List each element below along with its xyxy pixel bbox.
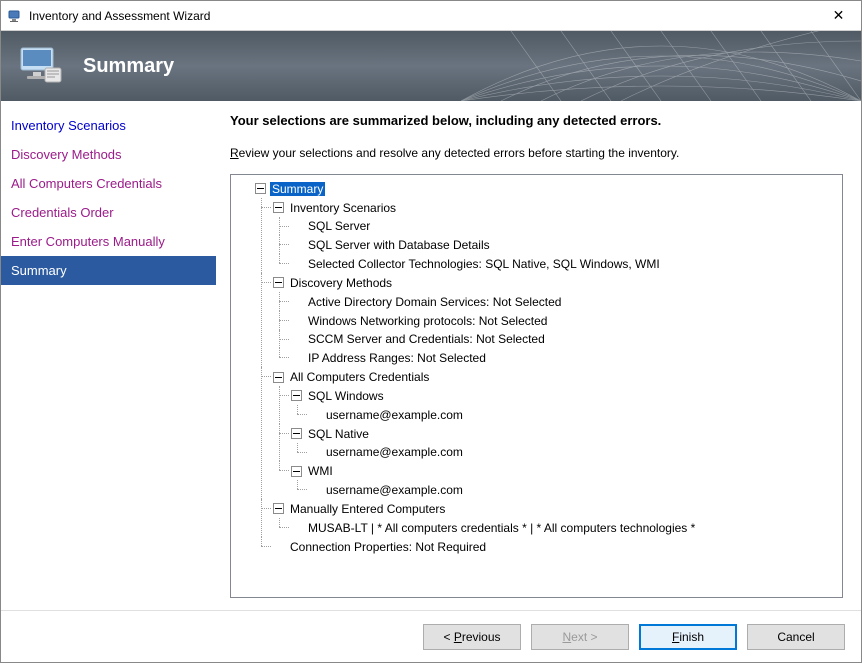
- tree-label[interactable]: Discovery Methods: [288, 276, 394, 290]
- tree-all-computers-credentials[interactable]: All Computers Credentials SQL Windows us…: [255, 367, 838, 499]
- content-subtext: Review your selections and resolve any d…: [230, 146, 843, 160]
- sidebar-item-all-computers-credentials[interactable]: All Computers Credentials: [1, 169, 216, 198]
- sidebar-item-discovery-methods[interactable]: Discovery Methods: [1, 140, 216, 169]
- collapse-icon[interactable]: [273, 503, 284, 514]
- collapse-icon[interactable]: [273, 372, 284, 383]
- tree-root-label[interactable]: Summary: [270, 182, 325, 196]
- tree-leaf[interactable]: Active Directory Domain Services: Not Se…: [273, 292, 838, 311]
- tree-cred-group[interactable]: SQL Windows username@example.com: [273, 386, 838, 424]
- tree-leaf[interactable]: Selected Collector Technologies: SQL Nat…: [273, 254, 838, 273]
- previous-button[interactable]: < Previous: [423, 624, 521, 650]
- tree-inventory-scenarios[interactable]: Inventory Scenarios SQL Server SQL Serve…: [255, 198, 838, 273]
- subtext-rest: eview your selections and resolve any de…: [239, 146, 680, 160]
- collapse-icon[interactable]: [291, 390, 302, 401]
- close-button[interactable]: ✕: [816, 1, 861, 30]
- collapse-icon[interactable]: [255, 183, 266, 194]
- app-icon: [7, 8, 23, 24]
- cancel-button[interactable]: Cancel: [747, 624, 845, 650]
- collapse-icon[interactable]: [273, 277, 284, 288]
- tree-leaf[interactable]: SCCM Server and Credentials: Not Selecte…: [273, 330, 838, 349]
- tree-leaf[interactable]: Windows Networking protocols: Not Select…: [273, 311, 838, 330]
- tree-discovery-methods[interactable]: Discovery Methods Active Directory Domai…: [255, 273, 838, 367]
- collapse-icon[interactable]: [291, 428, 302, 439]
- tree-leaf[interactable]: SQL Server: [273, 217, 838, 236]
- tree-label[interactable]: Manually Entered Computers: [288, 502, 447, 516]
- sidebar-item-enter-computers-manually[interactable]: Enter Computers Manually: [1, 227, 216, 256]
- tree-leaf[interactable]: username@example.com: [291, 405, 838, 424]
- sidebar-item-inventory-scenarios[interactable]: Inventory Scenarios: [1, 111, 216, 140]
- tree-root[interactable]: Summary Inventory Scenarios SQL Server S…: [237, 179, 838, 556]
- tree-leaf[interactable]: SQL Server with Database Details: [273, 235, 838, 254]
- wizard-content: Your selections are summarized below, in…: [216, 101, 861, 610]
- next-button: Next >: [531, 624, 629, 650]
- wizard-banner: Summary: [1, 31, 861, 101]
- content-heading: Your selections are summarized below, in…: [230, 113, 843, 128]
- banner-mesh-decoration: [461, 31, 861, 101]
- banner-title: Summary: [83, 55, 174, 78]
- wizard-button-row: < Previous Next > Finish Cancel: [1, 610, 861, 662]
- summary-tree[interactable]: Summary Inventory Scenarios SQL Server S…: [230, 174, 843, 598]
- subtext-mnemonic: R: [230, 146, 239, 160]
- collapse-icon[interactable]: [273, 202, 284, 213]
- wizard-sidebar: Inventory Scenarios Discovery Methods Al…: [1, 101, 216, 610]
- wizard-body: Inventory Scenarios Discovery Methods Al…: [1, 101, 861, 610]
- close-icon: ✕: [833, 7, 845, 24]
- tree-leaf[interactable]: IP Address Ranges: Not Selected: [273, 348, 838, 367]
- titlebar: Inventory and Assessment Wizard ✕: [1, 1, 861, 31]
- tree-cred-group[interactable]: WMI username@example.com: [273, 461, 838, 499]
- tree-leaf[interactable]: username@example.com: [291, 480, 838, 499]
- banner-monitor-icon: [17, 42, 65, 90]
- finish-button[interactable]: Finish: [639, 624, 737, 650]
- tree-leaf[interactable]: MUSAB-LT | * All computers credentials *…: [273, 518, 838, 537]
- tree-cred-group[interactable]: SQL Native username@example.com: [273, 424, 838, 462]
- tree-connection-properties[interactable]: Connection Properties: Not Required: [255, 537, 838, 556]
- sidebar-item-summary[interactable]: Summary: [1, 256, 216, 285]
- window-title: Inventory and Assessment Wizard: [29, 9, 816, 23]
- tree-manually-entered[interactable]: Manually Entered Computers MUSAB-LT | * …: [255, 499, 838, 537]
- tree-label[interactable]: All Computers Credentials: [288, 370, 431, 384]
- tree-label[interactable]: Inventory Scenarios: [288, 201, 398, 215]
- tree-leaf[interactable]: username@example.com: [291, 443, 838, 462]
- sidebar-item-credentials-order[interactable]: Credentials Order: [1, 198, 216, 227]
- collapse-icon[interactable]: [291, 466, 302, 477]
